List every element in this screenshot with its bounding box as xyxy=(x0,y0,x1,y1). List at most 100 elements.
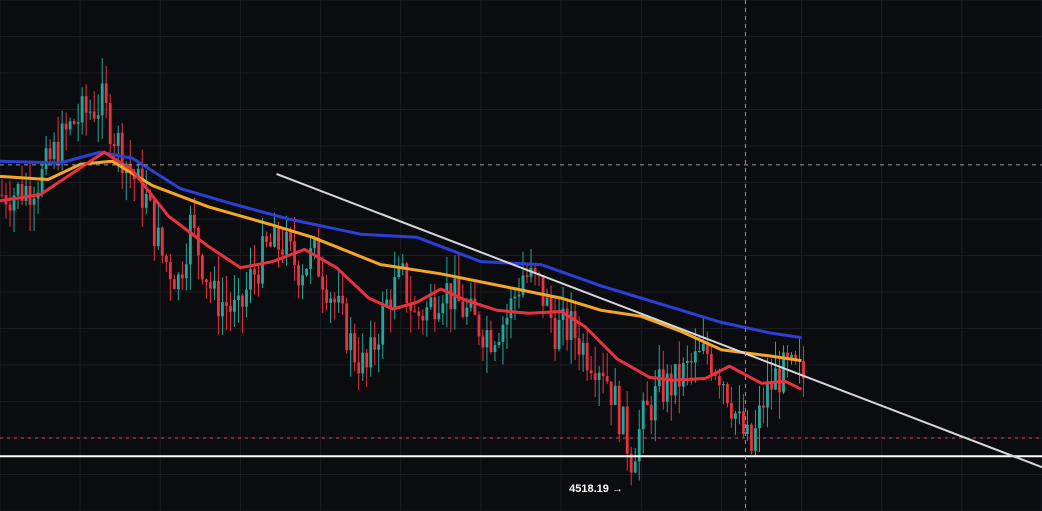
candle-body xyxy=(609,381,613,405)
candle-body xyxy=(669,373,673,396)
candle-body xyxy=(677,364,681,387)
candle-body xyxy=(32,198,36,205)
candle-body xyxy=(489,330,493,353)
candle-body xyxy=(325,289,329,303)
candle-body xyxy=(357,362,361,374)
candle-body xyxy=(349,333,353,351)
candle-body xyxy=(88,111,92,113)
candle-body xyxy=(200,255,204,280)
candle-body xyxy=(225,302,228,306)
candle-body xyxy=(758,405,761,429)
candle-body xyxy=(573,311,577,339)
candle-body xyxy=(277,226,280,250)
candle-body xyxy=(48,148,52,160)
candle-body xyxy=(261,236,264,284)
candle-body xyxy=(96,115,100,119)
candle-body xyxy=(180,274,184,279)
candlestick-chart[interactable]: 4518.19 → xyxy=(0,0,1042,511)
candle-body xyxy=(425,307,429,321)
candle-body xyxy=(144,193,148,208)
candle-body xyxy=(321,276,325,290)
candle-body xyxy=(337,295,341,303)
candle-body xyxy=(734,413,737,419)
candle-body xyxy=(689,360,693,363)
candle-body xyxy=(553,317,557,350)
candle-body xyxy=(641,400,645,430)
candle-body xyxy=(653,385,657,421)
candle-body xyxy=(754,428,757,451)
candle-body xyxy=(525,275,529,277)
candle-body xyxy=(774,368,777,390)
candle-body xyxy=(738,411,741,414)
candle-body xyxy=(168,262,172,280)
candle-body xyxy=(393,277,397,308)
candle-body xyxy=(16,183,20,196)
candle-body xyxy=(116,132,120,146)
candle-body xyxy=(613,385,617,405)
candle-body xyxy=(204,279,208,283)
candle-body xyxy=(473,298,477,315)
candle-body xyxy=(369,337,373,368)
candle-body xyxy=(625,406,629,454)
candle-body xyxy=(64,123,68,130)
candle-body xyxy=(413,310,417,312)
candle-body xyxy=(493,345,497,353)
candle-body xyxy=(353,333,357,363)
candle-body xyxy=(265,236,268,242)
candle-body xyxy=(621,406,625,435)
candle-body xyxy=(76,122,80,124)
candle-body xyxy=(730,403,733,419)
candle-body xyxy=(40,169,44,193)
candle-body xyxy=(721,383,725,386)
candle-body xyxy=(8,204,12,211)
candle-body xyxy=(397,268,401,278)
candle-body xyxy=(289,232,292,242)
candle-body xyxy=(188,214,192,265)
candle-body xyxy=(601,372,605,377)
chart-panel[interactable]: 4518.19 → xyxy=(0,0,1042,511)
candle-body xyxy=(513,296,517,299)
candle-body xyxy=(152,200,156,246)
candle-body xyxy=(557,319,561,350)
candle-body xyxy=(581,342,585,355)
candle-body xyxy=(305,268,308,276)
candle-body xyxy=(176,274,180,290)
candle-body xyxy=(597,372,601,381)
candle-body xyxy=(229,305,232,312)
candle-body xyxy=(213,280,216,289)
candle-body xyxy=(108,103,112,144)
candle-body xyxy=(241,295,244,307)
candle-body xyxy=(742,411,745,434)
trendline xyxy=(276,173,1042,469)
candle-body xyxy=(709,354,713,374)
candle-body xyxy=(341,295,345,304)
candle-body xyxy=(237,295,240,301)
candle-body xyxy=(481,336,485,348)
candle-body xyxy=(269,241,272,247)
candle-body xyxy=(140,168,144,208)
candle-body xyxy=(56,141,60,164)
candle-body xyxy=(605,376,609,382)
candle-body xyxy=(725,383,729,404)
candle-body xyxy=(421,315,425,321)
candle-body xyxy=(645,400,649,406)
candle-body xyxy=(84,96,88,113)
candle-body xyxy=(381,305,385,345)
candle-body xyxy=(577,338,581,355)
candle-body xyxy=(172,279,176,290)
candle-body xyxy=(509,298,513,319)
candle-body xyxy=(273,226,276,247)
candle-body xyxy=(184,264,188,279)
candle-body xyxy=(156,227,160,246)
candle-body xyxy=(164,255,168,263)
candle-body xyxy=(697,350,701,352)
candle-body xyxy=(485,330,489,348)
candle-body xyxy=(549,297,553,318)
candle-body xyxy=(329,298,333,303)
candle-body xyxy=(285,232,288,255)
candle-body xyxy=(80,96,84,123)
candle-body xyxy=(253,269,256,275)
candle-body xyxy=(465,307,469,317)
candle-body xyxy=(249,269,252,290)
candle-body xyxy=(373,337,377,350)
